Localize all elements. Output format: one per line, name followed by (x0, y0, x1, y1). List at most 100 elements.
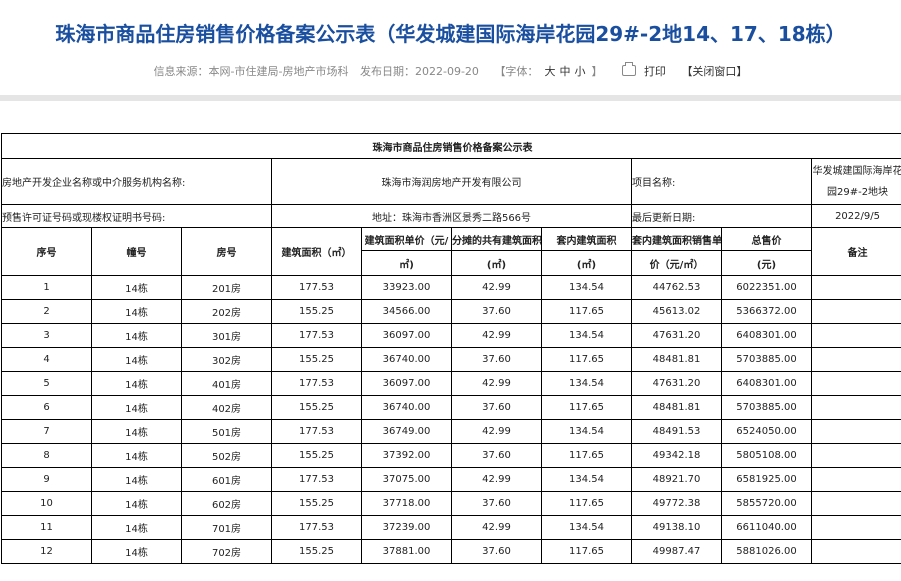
row-remark (810, 323, 901, 348)
row-room: 702房 (181, 539, 272, 564)
row-building: 14栋 (91, 299, 182, 324)
row-building: 14栋 (91, 443, 182, 468)
row-total: 5855720.00 (721, 491, 812, 516)
row-area: 177.53 (271, 275, 362, 300)
address: 地址：珠海市香洲区景秀二路566号 (271, 204, 632, 228)
row-building: 14栋 (91, 371, 182, 396)
table-row: 11 14栋 701房 177.53 37239.00 42.99 134.54 49138.… (1, 515, 901, 540)
font-large-button[interactable]: 大 (544, 65, 555, 78)
row-remark (810, 491, 901, 516)
row-inner-price: 45613.02 (631, 299, 722, 324)
row-total: 6408301.00 (721, 371, 812, 396)
header-unit-price: 建筑面积单价（元/ (361, 227, 452, 251)
row-building: 14栋 (91, 395, 182, 420)
header-unit-price-unit: ㎡) (361, 250, 452, 276)
row-unit-price: 36097.00 (361, 323, 452, 348)
row-total: 5805108.00 (721, 443, 812, 468)
update-value: 2022/9/5 (810, 204, 901, 228)
row-shared-area: 42.99 (451, 467, 542, 492)
row-room: 501房 (181, 419, 272, 444)
row-remark (810, 395, 901, 420)
header-shared-area-unit: (㎡) (451, 250, 542, 276)
row-unit-price: 34566.00 (361, 299, 452, 324)
header-area: 建筑面积（㎡） (271, 227, 362, 276)
table-row: 7 14栋 501房 177.53 36749.00 42.99 134.54 48491.5… (1, 419, 901, 444)
row-building: 14栋 (91, 515, 182, 540)
row-unit-price: 37075.00 (361, 467, 452, 492)
row-room: 402房 (181, 395, 272, 420)
row-room: 202房 (181, 299, 272, 324)
header-inner-area-unit: (㎡) (541, 250, 632, 276)
row-no: 2 (1, 299, 92, 324)
header-inner-price: 套内建筑面积销售单 (631, 227, 722, 251)
row-area: 177.53 (271, 371, 362, 396)
header-building: 幢号 (91, 227, 182, 276)
row-total: 5703885.00 (721, 395, 812, 420)
row-inner-price: 49772.38 (631, 491, 722, 516)
row-remark (810, 275, 901, 300)
row-no: 3 (1, 323, 92, 348)
table-row: 10 14栋 602房 155.25 37718.00 37.60 117.65 49772.… (1, 491, 901, 516)
row-remark (810, 515, 901, 540)
page-title: 珠海市商品住房销售价格备案公示表（华发城建国际海岸花园29#-2地14、17、1… (55, 22, 846, 46)
price-table: 珠海市商品住房销售价格备案公示表 房地产开发企业名称或中介服务机构名称: 珠海市… (0, 133, 901, 564)
row-inner-area: 117.65 (541, 491, 632, 516)
row-room: 302房 (181, 347, 272, 372)
header-no: 序号 (1, 227, 92, 276)
row-room: 701房 (181, 515, 272, 540)
row-unit-price: 36740.00 (361, 347, 452, 372)
row-remark (810, 419, 901, 444)
table-row: 5 14栋 401房 177.53 36097.00 42.99 134.54 47631.2… (1, 371, 901, 396)
row-remark (810, 371, 901, 396)
row-inner-area: 134.54 (541, 323, 632, 348)
row-no: 7 (1, 419, 92, 444)
table-caption: 珠海市商品住房销售价格备案公示表 (0, 133, 901, 159)
header-room: 房号 (181, 227, 272, 276)
row-total: 6581925.00 (721, 467, 812, 492)
row-inner-price: 48481.81 (631, 395, 722, 420)
row-total: 6611040.00 (721, 515, 812, 540)
table-row: 1 14栋 201房 177.53 33923.00 42.99 134.54 44762.5… (1, 275, 901, 300)
row-no: 4 (1, 347, 92, 372)
row-building: 14栋 (91, 491, 182, 516)
row-inner-area: 117.65 (541, 395, 632, 420)
font-medium-button[interactable]: 中 (559, 65, 570, 78)
project-value: 华发城建国际海岸花园29#-2地块 (810, 158, 901, 205)
header-inner-price-unit: 价（元/㎡） (631, 250, 722, 276)
info-source: 信息来源：本网-市住建局-房地产市场科 (153, 65, 349, 78)
row-inner-price: 48491.53 (631, 419, 722, 444)
row-unit-price: 36749.00 (361, 419, 452, 444)
print-button[interactable]: 打印 (618, 62, 670, 78)
row-shared-area: 42.99 (451, 371, 542, 396)
project-label: 项目名称: (631, 158, 812, 205)
row-shared-area: 42.99 (451, 515, 542, 540)
row-room: 502房 (181, 443, 272, 468)
row-unit-price: 36097.00 (361, 371, 452, 396)
row-room: 601房 (181, 467, 272, 492)
header-inner-area: 套内建筑面积 (541, 227, 632, 251)
developer-value: 珠海市海润房地产开发有限公司 (271, 158, 632, 205)
table-row: 9 14栋 601房 177.53 37075.00 42.99 134.54 48921.7… (1, 467, 901, 492)
font-small-button[interactable]: 小 (574, 65, 585, 78)
row-building: 14栋 (91, 323, 182, 348)
close-window-button[interactable]: 【关闭窗口】 (681, 65, 747, 78)
row-remark (810, 443, 901, 468)
row-unit-price: 37881.00 (361, 539, 452, 564)
table-row: 6 14栋 402房 155.25 36740.00 37.60 117.65 48481.8… (1, 395, 901, 420)
table-row: 4 14栋 302房 155.25 36740.00 37.60 117.65 48481.8… (1, 347, 901, 372)
row-building: 14栋 (91, 467, 182, 492)
row-building: 14栋 (91, 275, 182, 300)
row-remark (810, 299, 901, 324)
developer-label: 房地产开发企业名称或中介服务机构名称: (1, 158, 272, 205)
row-remark (810, 539, 901, 564)
row-area: 155.25 (271, 347, 362, 372)
row-area: 155.25 (271, 443, 362, 468)
row-building: 14栋 (91, 539, 182, 564)
row-inner-price: 44762.53 (631, 275, 722, 300)
row-inner-price: 48481.81 (631, 347, 722, 372)
font-size-control: 【字体：大中小】 (494, 65, 603, 78)
table-row: 8 14栋 502房 155.25 37392.00 37.60 117.65 49342.1… (1, 443, 901, 468)
row-shared-area: 42.99 (451, 323, 542, 348)
row-unit-price: 36740.00 (361, 395, 452, 420)
row-no: 12 (1, 539, 92, 564)
